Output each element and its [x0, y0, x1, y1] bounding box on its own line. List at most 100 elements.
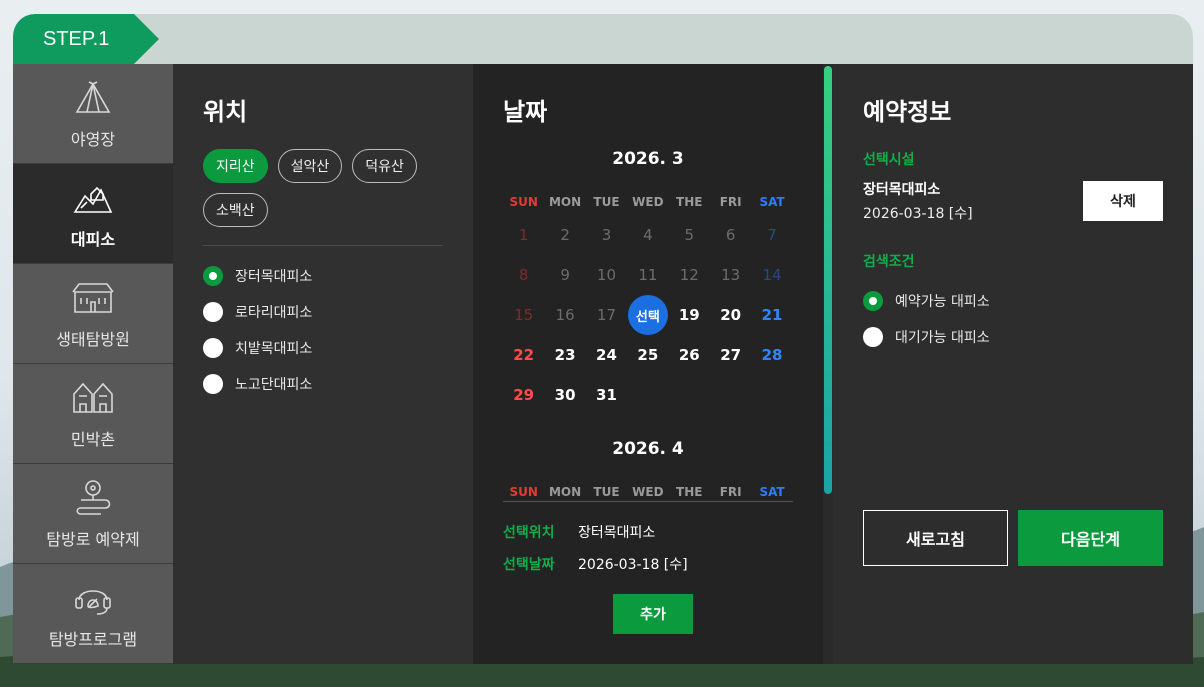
shelter-label: 로타리대피소 [235, 305, 313, 321]
nav-item-minbak[interactable]: 민박촌 [13, 364, 173, 464]
condition-option-available[interactable]: 예약가능 대피소 [863, 283, 1163, 319]
calendar-days: 1 2 3 4 5 6 7 8 9 10 11 12 13 14 15 16 17 선택 19 20 21 22 23 24 2… [503, 215, 793, 415]
calendar-day: 16 [555, 306, 575, 324]
reservation-info-section: 예약정보 선택시설 장터목대피소 2026-03-18 [수] 삭제 검색조건 … [833, 64, 1193, 664]
next-step-button[interactable]: 다음단계 [1018, 510, 1163, 566]
radio-icon [203, 338, 223, 358]
calendar-day: 3 [601, 226, 612, 244]
calendar-day: 9 [560, 266, 570, 284]
weekday-wed: WED [632, 485, 664, 499]
step-badge: STEP.1 [13, 14, 159, 64]
month-title: 2026. 3 [612, 149, 684, 169]
mountain-chip-sobaeksan[interactable]: 소백산 [203, 193, 268, 227]
nav-item-campsite[interactable]: 야영장 [13, 64, 173, 164]
weekday-tue: TUE [593, 485, 620, 499]
nav-item-label: 생태탐방원 [56, 329, 130, 349]
calendar-day[interactable]: 선택 [627, 295, 668, 335]
radio-selected-icon [203, 266, 223, 286]
shelter-option[interactable]: 치밭목대피소 [203, 330, 443, 366]
calendar-day: 13 [721, 266, 741, 284]
calendar-day: 8 [518, 266, 529, 284]
calendar-day: 15 [514, 306, 534, 324]
facility-date: 2026-03-18 [수] [863, 206, 973, 222]
calendar-march: 2026. 3 SUN MON TUE WED THE FRI SAT 1234… [503, 149, 793, 415]
calendar-april: 2026. 4 SUN MON TUE WED THE FRI SAT [503, 439, 793, 502]
calendar-day[interactable]: 29 [503, 375, 544, 415]
facility-name: 장터목대피소 [863, 182, 941, 198]
mountain-shelter-icon [71, 178, 115, 218]
building-icon [71, 278, 115, 318]
calendar-day[interactable]: 20 [710, 295, 751, 335]
weekday-fri: FRI [719, 195, 742, 209]
weekday-header: SUN MON TUE WED THE FRI SAT [503, 195, 793, 209]
nav-item-program[interactable]: 탐방프로그램 [13, 564, 173, 664]
nav-item-label: 탐방로 예약제 [46, 529, 140, 549]
nav-item-label: 민박촌 [70, 429, 116, 449]
calendar-day[interactable]: 24 [586, 335, 627, 375]
refresh-button[interactable]: 새로고침 [863, 510, 1008, 566]
condition-label-text: 대기가능 대피소 [895, 330, 990, 346]
calendar-day[interactable]: 22 [503, 335, 544, 375]
weekday-header: SUN MON TUE WED THE FRI SAT [503, 485, 793, 502]
calendar-day[interactable]: 28 [751, 335, 792, 375]
reservation-panel: STEP.1 야영장 대피소 생태탐방원 민박촌 탐방로 예약제 탐방프로그램 … [13, 14, 1193, 664]
radio-icon [863, 327, 883, 347]
selected-date-key: 선택날짜 [503, 557, 555, 573]
weekday-mon: MON [548, 485, 582, 499]
mountain-chip-deogyusan[interactable]: 덕유산 [352, 149, 417, 183]
calendar-day: 6 [725, 226, 736, 244]
weekday-sat: SAT [759, 195, 785, 209]
nav-item-trail-reservation[interactable]: 탐방로 예약제 [13, 464, 173, 564]
calendar-day: 17 [596, 306, 617, 324]
calendar-day: 2 [560, 226, 570, 244]
calendar-day: 1 [518, 226, 529, 244]
calendar-day[interactable]: 27 [710, 335, 751, 375]
calendar-day[interactable]: 21 [751, 295, 792, 335]
selected-location-value: 장터목대피소 [578, 525, 656, 541]
delete-button[interactable]: 삭제 [1083, 181, 1163, 221]
calendar-day[interactable]: 23 [544, 335, 585, 375]
shelter-label: 장터목대피소 [235, 269, 313, 285]
calendar-day[interactable]: 26 [669, 335, 710, 375]
reservation-info-title: 예약정보 [863, 98, 952, 126]
add-button[interactable]: 추가 [613, 594, 693, 634]
condition-option-waitlist[interactable]: 대기가능 대피소 [863, 319, 1163, 355]
shelter-option[interactable]: 노고단대피소 [203, 366, 443, 402]
nav-item-label: 야영장 [70, 129, 116, 149]
calendar-day: 4 [643, 226, 653, 244]
calendar-day[interactable]: 30 [544, 375, 585, 415]
selection-summary: 선택위치 장터목대피소 선택날짜 2026-03-18 [수] [503, 516, 803, 580]
selected-day-marker: 선택 [627, 295, 668, 335]
calendar-day: 12 [679, 266, 699, 284]
date-section: 날짜 2026. 3 SUN MON TUE WED THE FRI SAT 1… [473, 64, 833, 664]
condition-options: 예약가능 대피소 대기가능 대피소 [863, 283, 1163, 355]
trail-pin-icon [71, 478, 115, 518]
nav-item-shelter[interactable]: 대피소 [13, 164, 173, 264]
weekday-sun: SUN [509, 485, 538, 499]
nav-item-eco-center[interactable]: 생태탐방원 [13, 264, 173, 364]
weekday-thu: THE [676, 195, 703, 209]
weekday-sun: SUN [509, 195, 538, 209]
calendar-day[interactable]: 19 [669, 295, 710, 335]
shelter-option[interactable]: 로타리대피소 [203, 294, 443, 330]
mountain-chip-jirisan[interactable]: 지리산 [203, 149, 268, 183]
location-title: 위치 [203, 98, 248, 126]
calendar-day: 11 [638, 266, 658, 284]
calendar-day[interactable]: 31 [586, 375, 627, 415]
shelter-option[interactable]: 장터목대피소 [203, 258, 443, 294]
weekday-sat: SAT [759, 485, 785, 499]
radio-icon [203, 302, 223, 322]
location-section: 위치 지리산 설악산 덕유산 소백산 장터목대피소 로타리대피소 치밭목대피소 … [173, 64, 473, 664]
weekday-wed: WED [632, 195, 664, 209]
selected-date-row: 선택날짜 2026-03-18 [수] [503, 548, 803, 580]
condition-label: 검색조건 [863, 254, 915, 270]
selected-location-row: 선택위치 장터목대피소 [503, 516, 803, 548]
calendar-day[interactable]: 25 [627, 335, 668, 375]
selected-date-value: 2026-03-18 [수] [578, 557, 688, 573]
scrollbar-thumb[interactable] [824, 66, 832, 494]
selected-location-key: 선택위치 [503, 525, 555, 541]
nav-item-label: 탐방프로그램 [48, 629, 138, 649]
mountain-chip-seoraksan[interactable]: 설악산 [277, 149, 343, 183]
step-header [13, 14, 1193, 64]
selected-facility: 장터목대피소 2026-03-18 [수] 삭제 [863, 179, 1163, 223]
